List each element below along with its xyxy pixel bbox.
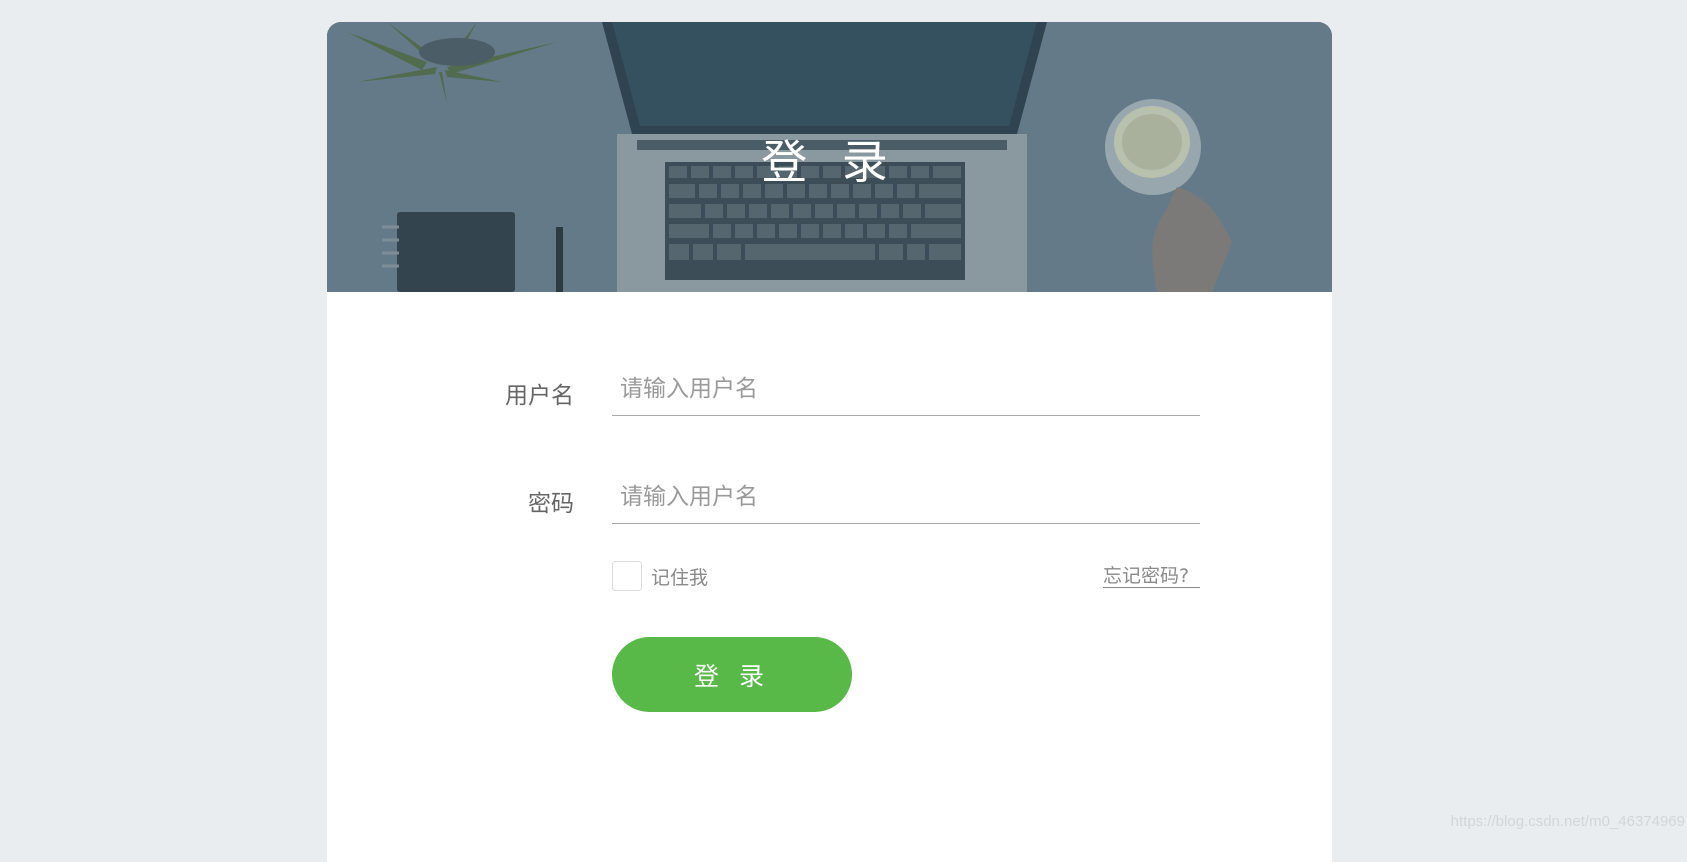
username-label: 用户名	[505, 383, 574, 409]
remember-me-control[interactable]: 记住我	[612, 561, 708, 591]
login-banner: 登 录	[327, 22, 1332, 292]
password-row: 密码	[327, 470, 1332, 530]
remember-me-label[interactable]: 记住我	[651, 563, 708, 590]
password-input[interactable]	[612, 470, 1200, 524]
forgot-password-link[interactable]: 忘记密码?	[1103, 565, 1200, 588]
password-label: 密码	[528, 491, 574, 517]
login-card: 登 录 用户名 密码 记住我 忘记密码? 登 录	[327, 22, 1332, 862]
login-button[interactable]: 登 录	[612, 637, 852, 712]
watermark-text: https://blog.csdn.net/m0_46374969	[1450, 813, 1685, 830]
username-row: 用户名	[327, 362, 1332, 422]
banner-title: 登 录	[761, 135, 898, 189]
username-input[interactable]	[612, 362, 1200, 416]
remember-me-checkbox[interactable]	[612, 561, 642, 591]
